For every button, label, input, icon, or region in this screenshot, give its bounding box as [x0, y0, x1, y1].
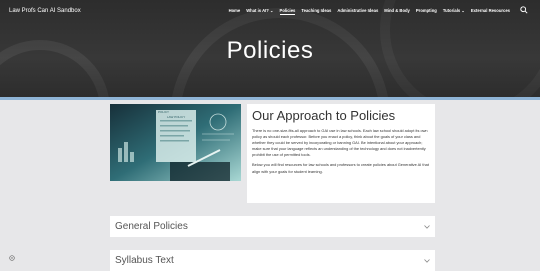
page-title: Policies: [226, 37, 314, 64]
site-info-icon[interactable]: [9, 255, 15, 261]
site-title-link[interactable]: Law Profs Can AI Sandbox: [9, 8, 81, 14]
nav-item-teaching-ideas[interactable]: Teaching Ideas: [301, 8, 331, 13]
nav-item-mind-body[interactable]: Mind & Body: [384, 8, 410, 13]
approach-heading: Our Approach to Policies: [252, 108, 396, 123]
search-icon[interactable]: [520, 6, 528, 14]
nav-item-label: What is AI?: [246, 8, 269, 13]
image-text: LAW POLICY: [167, 115, 186, 119]
nav-item-administrative-ideas[interactable]: Administrative Ideas: [337, 8, 378, 13]
approach-paragraph: There is no one-size-fits-all approach t…: [252, 128, 428, 158]
nav-item-prompting[interactable]: Prompting: [416, 8, 437, 13]
accordion-label: Syllabus Text: [115, 255, 174, 266]
nav-item-policies[interactable]: Policies: [279, 8, 295, 15]
nav-item-label: Tutorials: [442, 8, 461, 13]
chevron-down-icon: [424, 224, 430, 229]
header-accent-rule: [0, 97, 540, 100]
main-navigation: Home What is AI? ⌄ Policies Teaching Ide…: [229, 8, 510, 15]
chevron-down-icon: ⌄: [461, 8, 465, 13]
accordion-syllabus-text[interactable]: Syllabus Text: [110, 250, 435, 271]
accordion-label: General Policies: [115, 221, 188, 232]
accordion-general-policies[interactable]: General Policies: [110, 216, 435, 237]
nav-item-tutorials[interactable]: Tutorials ⌄: [443, 8, 465, 13]
page-header: Law Profs Can AI Sandbox Home What is AI…: [0, 0, 540, 97]
nav-item-external-resources[interactable]: External Resources: [471, 8, 510, 13]
nav-item-what-is-ai[interactable]: What is AI? ⌄: [246, 8, 273, 13]
approach-paragraph: Below you will find resources for law sc…: [252, 162, 429, 174]
nav-item-home[interactable]: Home: [229, 8, 241, 13]
chevron-down-icon: ⌄: [270, 8, 274, 13]
approach-card: Our Approach to Policies There is no one…: [247, 104, 435, 203]
image-text: POLICY: [158, 110, 170, 114]
chevron-down-icon: [424, 258, 430, 263]
policy-illustration-image: POLICY LAW POLICY: [110, 104, 241, 181]
